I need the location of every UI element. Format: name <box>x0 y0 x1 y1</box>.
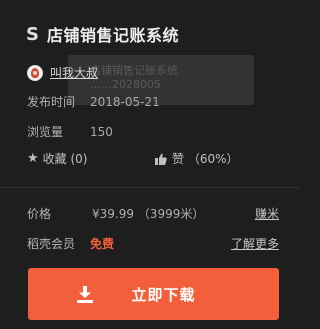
member-row: 稻壳会员 免费 了解更多 <box>27 235 279 252</box>
views-row: 浏览量 150 <box>27 123 113 140</box>
tooltip-line-2: ……2028005 <box>90 78 161 91</box>
resource-detail-panel: S 店铺销售记账系统 店铺销售记账系统 ……2028005 叫我大叔 发布时间 … <box>0 0 301 329</box>
favorite-button[interactable]: ★ 收藏 (0) <box>27 150 87 167</box>
title-row: S 店铺销售记账系统 <box>24 22 179 46</box>
publish-date-value: 2018-05-21 <box>90 94 160 109</box>
publish-date-label: 发布时间 <box>27 95 76 109</box>
avatar[interactable] <box>27 64 43 81</box>
download-button-label: 立即下载 <box>131 285 196 304</box>
tooltip-line-1: 店铺销售记账系统 <box>90 64 178 77</box>
download-icon <box>76 285 94 303</box>
page-title: 店铺销售记账系统 <box>47 26 180 45</box>
learn-more-link[interactable]: 了解更多 <box>231 235 279 252</box>
price-label: 价格 <box>27 207 52 221</box>
member-label: 稻壳会员 <box>27 237 76 251</box>
author-row[interactable]: 叫我大叔 <box>27 64 98 81</box>
like-button[interactable]: 赞 （60%） <box>155 150 239 167</box>
divider <box>0 187 301 188</box>
member-free-badge: 免费 <box>90 237 115 251</box>
author-link[interactable]: 叫我大叔 <box>50 64 98 81</box>
earn-points-link[interactable]: 赚米 <box>255 205 279 222</box>
views-label: 浏览量 <box>27 125 64 139</box>
download-button[interactable]: 立即下载 <box>28 268 279 320</box>
like-rate: 赞 （60%） <box>172 152 239 166</box>
star-icon: ★ <box>27 151 39 166</box>
favorite-count: 收藏 (0) <box>42 152 88 166</box>
publish-date-row: 发布时间 2018-05-21 <box>27 93 160 110</box>
thumbs-up-icon <box>155 153 167 165</box>
price-value: ¥39.99 （3999米） <box>92 207 205 221</box>
price-row: 价格 ¥39.99 （3999米） 赚米 <box>27 205 279 222</box>
views-value: 150 <box>90 124 113 139</box>
brand-logo-icon: S <box>26 23 39 45</box>
